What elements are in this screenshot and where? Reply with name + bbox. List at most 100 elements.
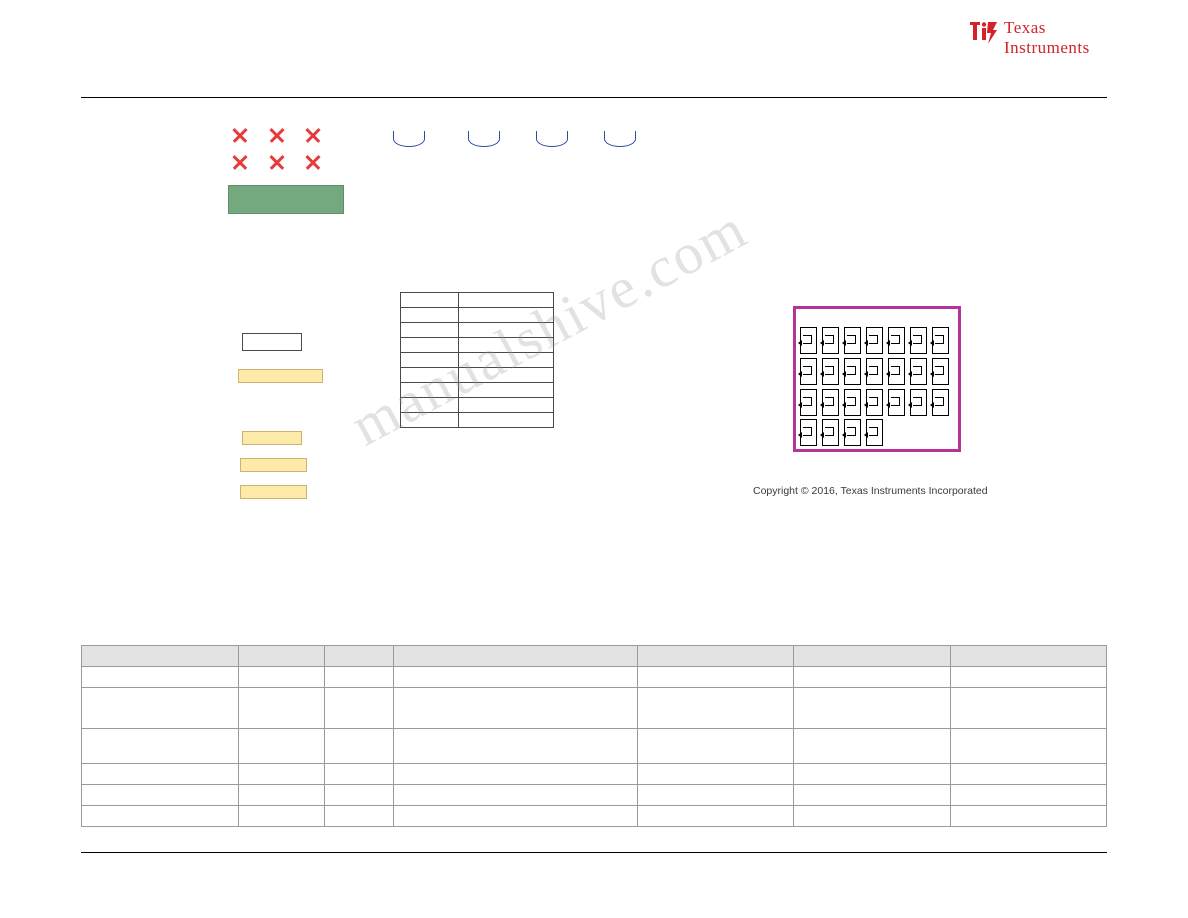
table-cell [457, 292, 555, 308]
bom-header-cell [238, 645, 326, 667]
table-row [80, 687, 1108, 729]
table-cell [400, 292, 459, 308]
component-arc-symbol [468, 131, 500, 147]
table-cell [400, 412, 459, 428]
ic-pin [908, 327, 927, 354]
ic-pin [864, 327, 883, 354]
pin-hook-icon [908, 397, 922, 408]
table-cell [457, 412, 555, 428]
ic-pin [798, 389, 817, 416]
bom-cell [80, 728, 240, 764]
bom-header-cell [949, 645, 1108, 667]
pin-hook-icon [864, 397, 878, 408]
bom-cell [80, 666, 240, 688]
ic-pin [798, 327, 817, 354]
table-cell [457, 322, 555, 338]
pin-hook-icon [930, 397, 944, 408]
table-row [400, 412, 555, 428]
bom-cell [949, 784, 1108, 806]
footer-divider [81, 852, 1107, 853]
pin-hook-icon [864, 366, 878, 377]
bom-cell [793, 763, 951, 785]
pin-hook-icon [798, 335, 812, 346]
ic-pin [930, 358, 949, 385]
bom-cell [392, 728, 638, 764]
bom-cell [949, 763, 1108, 785]
ic-pin [820, 389, 839, 416]
bom-header-cell [80, 645, 240, 667]
bom-cell [80, 784, 240, 806]
table-cell [400, 367, 459, 383]
bom-table-body [80, 666, 1108, 827]
table-cell [400, 337, 459, 353]
pin-hook-icon [820, 366, 834, 377]
bom-cell [793, 728, 951, 764]
ic-pin [798, 358, 817, 385]
bom-cell [80, 805, 240, 827]
pin-hook-icon [842, 427, 856, 438]
table-row [80, 763, 1108, 785]
copyright-notice: Copyright © 2016, Texas Instruments Inco… [753, 485, 988, 497]
table-row [80, 784, 1108, 806]
pin-hook-icon [820, 397, 834, 408]
pin-hook-icon [864, 427, 878, 438]
pin-hook-icon [886, 366, 900, 377]
green-highlight-block [228, 185, 344, 214]
bom-header-cell [636, 645, 795, 667]
pin-hook-icon [820, 427, 834, 438]
ti-logo-wordmark: Texas Instruments [1004, 18, 1090, 58]
ic-pin [886, 358, 905, 385]
pin-hook-icon [820, 335, 834, 346]
pin-hook-icon [842, 335, 856, 346]
ic-pin [864, 419, 883, 446]
bom-cell [80, 763, 240, 785]
component-x-marker [268, 126, 286, 144]
pin-hook-icon [842, 366, 856, 377]
bom-cell [949, 666, 1108, 688]
table-row [400, 337, 555, 353]
table-cell [400, 307, 459, 323]
ti-logo-line1: Texas [1004, 18, 1046, 37]
bom-cell [392, 666, 638, 688]
table-row [400, 352, 555, 368]
pin-hook-icon [798, 397, 812, 408]
bom-cell [636, 805, 795, 827]
ic-pin [842, 389, 861, 416]
component-x-marker [268, 153, 286, 171]
ic-pin [842, 419, 861, 446]
bom-cell [392, 763, 638, 785]
yellow-highlight-bar [238, 369, 323, 383]
component-x-marker [304, 153, 322, 171]
bom-cell [392, 687, 638, 729]
pin-hook-icon [886, 335, 900, 346]
bom-cell [238, 784, 326, 806]
table-row [400, 307, 555, 323]
bom-cell [793, 784, 951, 806]
pin-hook-icon [864, 335, 878, 346]
pin-hook-icon [930, 366, 944, 377]
ic-pin [842, 327, 861, 354]
schematic-parameter-table [400, 292, 555, 428]
bom-cell [392, 805, 638, 827]
table-cell [457, 337, 555, 353]
ic-pin [820, 327, 839, 354]
component-arc-symbol [604, 131, 636, 147]
bill-of-materials-table [80, 645, 1108, 827]
bom-cell [636, 666, 795, 688]
pin-hook-icon [798, 366, 812, 377]
bom-cell [636, 728, 795, 764]
component-x-marker [231, 153, 249, 171]
ic-pin [886, 389, 905, 416]
bom-header-cell [392, 645, 638, 667]
bom-cell [238, 805, 326, 827]
table-cell [457, 352, 555, 368]
bom-header-cell [793, 645, 951, 667]
bom-cell [238, 666, 326, 688]
ic-pin [820, 358, 839, 385]
pin-hook-icon [886, 397, 900, 408]
bom-cell [949, 728, 1108, 764]
table-cell [400, 382, 459, 398]
ti-logo-symbol [970, 22, 997, 44]
bom-table-header [80, 645, 1108, 667]
bom-cell [324, 763, 394, 785]
